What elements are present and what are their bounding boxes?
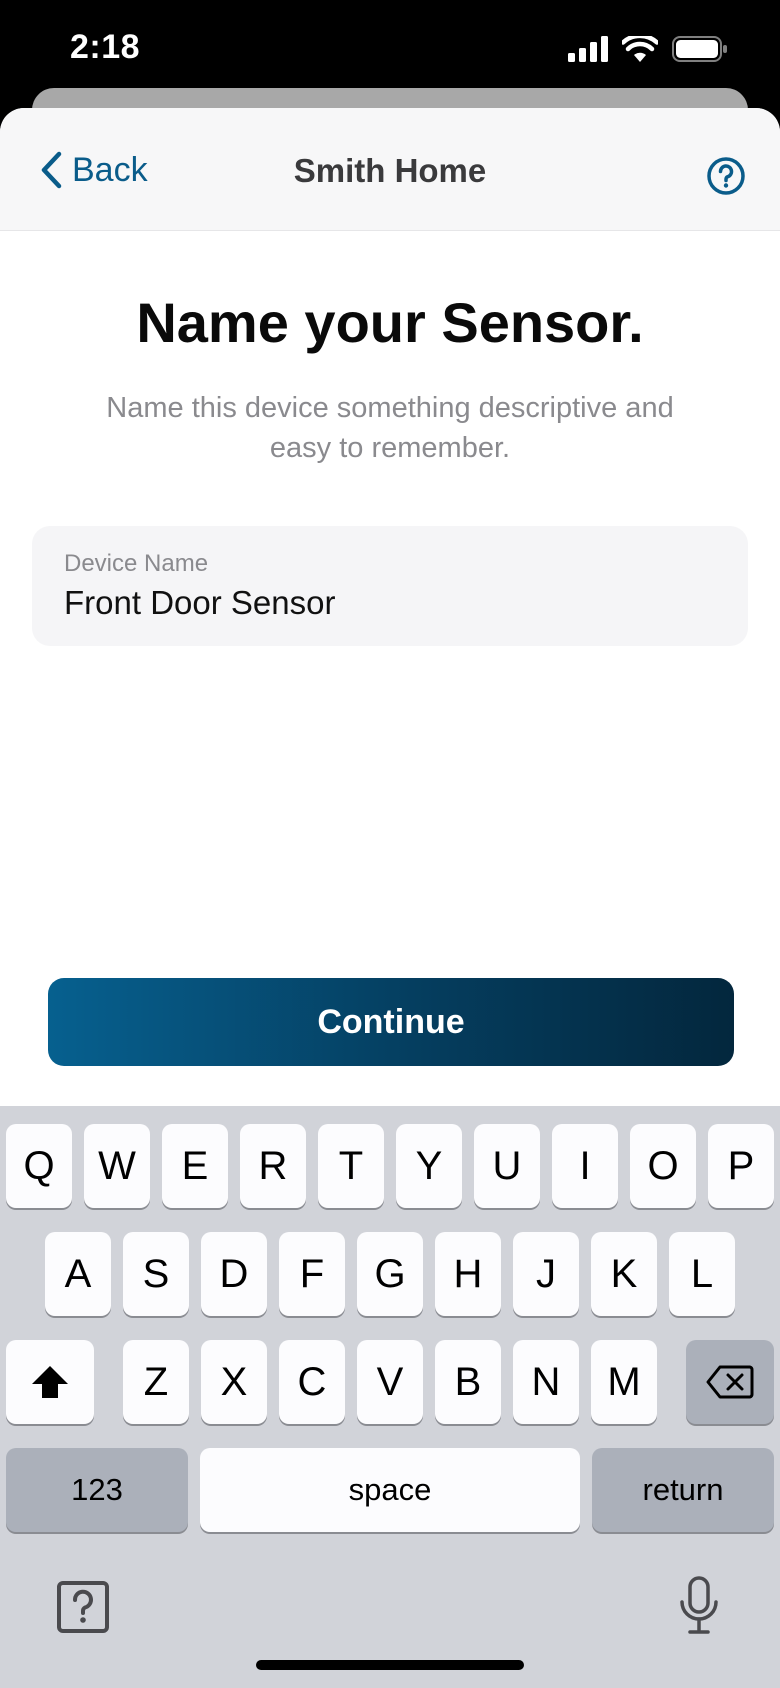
device-name-label: Device Name <box>64 550 209 577</box>
key-t[interactable]: T <box>318 1124 384 1208</box>
space-key[interactable]: space <box>200 1448 580 1532</box>
signal-icon <box>568 36 608 62</box>
key-u[interactable]: U <box>474 1124 540 1208</box>
backspace-key[interactable] <box>686 1340 774 1424</box>
key-x[interactable]: X <box>201 1340 267 1424</box>
key-i[interactable]: I <box>552 1124 618 1208</box>
key-k[interactable]: K <box>591 1232 657 1316</box>
page-heading: Name your Sensor. <box>136 291 644 354</box>
key-z[interactable]: Z <box>123 1340 189 1424</box>
key-h[interactable]: H <box>435 1232 501 1316</box>
battery-icon <box>672 36 727 62</box>
keyboard-help-icon[interactable] <box>56 1580 110 1634</box>
key-b[interactable]: B <box>435 1340 501 1424</box>
question-circle-icon[interactable] <box>706 156 746 196</box>
keyboard: QWERTYUIOP ASDFGHJKL ZXCVBNM 123 space r… <box>0 1106 780 1688</box>
key-m[interactable]: M <box>591 1340 657 1424</box>
key-y[interactable]: Y <box>396 1124 462 1208</box>
key-c[interactable]: C <box>279 1340 345 1424</box>
key-q[interactable]: Q <box>6 1124 72 1208</box>
key-f[interactable]: F <box>279 1232 345 1316</box>
key-w[interactable]: W <box>84 1124 150 1208</box>
key-a[interactable]: A <box>45 1232 111 1316</box>
key-e[interactable]: E <box>162 1124 228 1208</box>
shift-icon <box>32 1366 68 1398</box>
key-l[interactable]: L <box>669 1232 735 1316</box>
continue-button[interactable]: Continue <box>48 978 734 1066</box>
device-name-field[interactable]: Device Name Front Door Sensor <box>32 526 748 646</box>
key-r[interactable]: R <box>240 1124 306 1208</box>
page-description: Name this device something descriptive a… <box>106 392 674 464</box>
nav-title: Smith Home <box>293 152 487 189</box>
shift-key[interactable] <box>6 1340 94 1424</box>
key-d[interactable]: D <box>201 1232 267 1316</box>
device-name-input[interactable]: Front Door Sensor <box>64 584 335 622</box>
key-j[interactable]: J <box>513 1232 579 1316</box>
key-o[interactable]: O <box>630 1124 696 1208</box>
home-indicator <box>256 1660 524 1670</box>
key-n[interactable]: N <box>513 1340 579 1424</box>
backspace-icon <box>706 1365 754 1399</box>
wifi-icon <box>622 36 658 62</box>
key-g[interactable]: G <box>357 1232 423 1316</box>
status-icons <box>568 36 728 62</box>
return-key[interactable]: return <box>592 1448 774 1532</box>
microphone-icon[interactable] <box>678 1576 720 1636</box>
status-time: 2:18 <box>70 28 141 66</box>
status-bar: 2:18 <box>0 0 780 100</box>
key-v[interactable]: V <box>357 1340 423 1424</box>
key-s[interactable]: S <box>123 1232 189 1316</box>
numbers-key[interactable]: 123 <box>6 1448 188 1532</box>
key-p[interactable]: P <box>708 1124 774 1208</box>
navigation-bar: Back Smith Home <box>0 108 780 231</box>
